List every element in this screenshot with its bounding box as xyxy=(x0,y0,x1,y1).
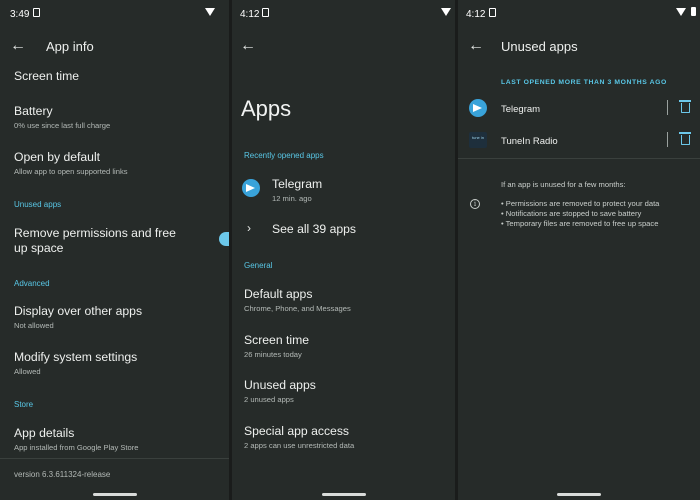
recent-app-telegram[interactable]: Telegram 12 min. ago xyxy=(272,177,447,203)
home-indicator[interactable] xyxy=(557,493,601,496)
wifi-icon xyxy=(441,8,451,16)
item-subtitle: Not allowed xyxy=(14,321,54,330)
item-title: Unused apps xyxy=(244,378,316,392)
open-by-default-item[interactable]: Open by default Allow app to open suppor… xyxy=(14,150,221,176)
item-subtitle: 2 unused apps xyxy=(244,395,294,404)
wifi-icon xyxy=(676,8,686,16)
page-title: Unused apps xyxy=(501,39,578,54)
section-last-opened: LAST OPENED MORE THAN 3 MONTHS AGO xyxy=(501,79,667,86)
app-details-item[interactable]: App details App installed from Google Pl… xyxy=(14,426,221,452)
item-title: Battery xyxy=(14,104,53,118)
screen-time-item[interactable]: Screen time 26 minutes today xyxy=(244,333,447,359)
item-title: Remove permissions and free up space xyxy=(14,226,176,255)
chevron-right-icon: › xyxy=(247,221,251,235)
divider xyxy=(458,158,700,159)
section-store: Store xyxy=(14,400,34,409)
divider xyxy=(667,100,668,115)
item-subtitle: Chrome, Phone, and Messages xyxy=(244,304,351,313)
status-bar: 4:12 xyxy=(232,0,455,28)
section-general: General xyxy=(244,261,273,270)
app-name: Telegram xyxy=(501,104,541,115)
sim-icon xyxy=(262,8,269,17)
telegram-icon xyxy=(469,99,487,117)
remove-permissions-toggle[interactable] xyxy=(219,232,229,246)
unused-apps-item[interactable]: Unused apps 2 unused apps xyxy=(244,378,447,404)
wifi-icon xyxy=(205,8,215,16)
back-arrow-icon[interactable]: ← xyxy=(468,38,484,54)
status-time: 4:12 xyxy=(240,9,260,20)
version-label: version 6.3.611324-release xyxy=(14,470,111,479)
battery-icon xyxy=(691,7,696,16)
section-recently-opened: Recently opened apps xyxy=(244,151,324,160)
sim-icon xyxy=(489,8,496,17)
back-arrow-icon[interactable]: ← xyxy=(240,38,256,54)
tunein-radio-icon: tune in xyxy=(469,132,487,148)
item-subtitle: 26 minutes today xyxy=(244,350,302,359)
status-bar: 3:49 xyxy=(0,0,229,28)
modify-system-settings-item[interactable]: Modify system settings Allowed xyxy=(14,350,221,376)
section-unused-apps: Unused apps xyxy=(14,200,62,209)
item-subtitle: 2 apps can use unrestricted data xyxy=(244,441,355,450)
item-title: Screen time xyxy=(14,69,80,83)
item-subtitle: 12 min. ago xyxy=(272,194,312,203)
home-indicator[interactable] xyxy=(92,493,137,496)
item-title: Open by default xyxy=(14,150,101,164)
unused-apps-screen: 4:12 ← Unused apps LAST OPENED MORE THAN… xyxy=(458,0,700,500)
special-app-access-item[interactable]: Special app access 2 apps can use unrest… xyxy=(244,424,447,450)
info-icon: i xyxy=(470,199,480,209)
info-bullets: • Permissions are removed to protect you… xyxy=(501,199,659,229)
item-title: Telegram xyxy=(272,177,323,191)
display-over-other-apps-item[interactable]: Display over other apps Not allowed xyxy=(14,304,221,330)
status-bar: 4:12 xyxy=(458,0,700,28)
remove-permissions-item[interactable]: Remove permissions and free up space xyxy=(14,226,189,256)
unused-app-telegram[interactable]: Telegram xyxy=(501,102,692,117)
info-heading: If an app is unused for a few months: xyxy=(501,180,626,189)
default-apps-item[interactable]: Default apps Chrome, Phone, and Messages xyxy=(244,287,447,313)
item-subtitle: Allowed xyxy=(14,367,41,376)
apps-screen: 4:12 ← Apps Recently opened apps Telegra… xyxy=(232,0,455,500)
info-bullet: • Temporary files are removed to free up… xyxy=(501,219,659,228)
tunein-logo-text: tune in xyxy=(471,135,484,140)
divider xyxy=(667,132,668,147)
item-subtitle: 0% use since last full charge xyxy=(14,121,111,130)
item-title: Special app access xyxy=(244,424,350,438)
telegram-icon xyxy=(242,179,260,197)
page-title: App info xyxy=(46,39,94,54)
info-bullet: • Permissions are removed to protect you… xyxy=(501,199,660,208)
app-info-screen: 3:49 ← App info Screen time Battery 0% u… xyxy=(0,0,229,500)
see-all-apps-item[interactable]: See all 39 apps xyxy=(272,222,447,237)
section-advanced: Advanced xyxy=(14,279,50,288)
screen-time-item[interactable]: Screen time xyxy=(14,69,221,84)
unused-app-tunein-radio[interactable]: TuneIn Radio xyxy=(501,134,692,149)
item-title: Display over other apps xyxy=(14,304,143,318)
sim-icon xyxy=(33,8,40,17)
divider xyxy=(0,458,229,459)
back-arrow-icon[interactable]: ← xyxy=(10,38,26,54)
trash-icon[interactable] xyxy=(679,132,691,145)
item-subtitle: Allow app to open supported links xyxy=(14,167,128,176)
item-subtitle: App installed from Google Play Store xyxy=(14,443,139,452)
page-title: Apps xyxy=(241,96,292,121)
battery-item[interactable]: Battery 0% use since last full charge xyxy=(14,104,221,130)
status-time: 4:12 xyxy=(466,9,486,20)
item-title: App details xyxy=(14,426,75,440)
item-title: Default apps xyxy=(244,287,313,301)
home-indicator[interactable] xyxy=(321,493,366,496)
app-name: TuneIn Radio xyxy=(501,136,558,147)
status-time: 3:49 xyxy=(10,9,30,20)
item-title: Screen time xyxy=(244,333,310,347)
info-bullet: • Notifications are stopped to save batt… xyxy=(501,209,642,218)
item-title: See all 39 apps xyxy=(272,222,357,236)
item-title: Modify system settings xyxy=(14,350,138,364)
trash-icon[interactable] xyxy=(679,100,691,113)
